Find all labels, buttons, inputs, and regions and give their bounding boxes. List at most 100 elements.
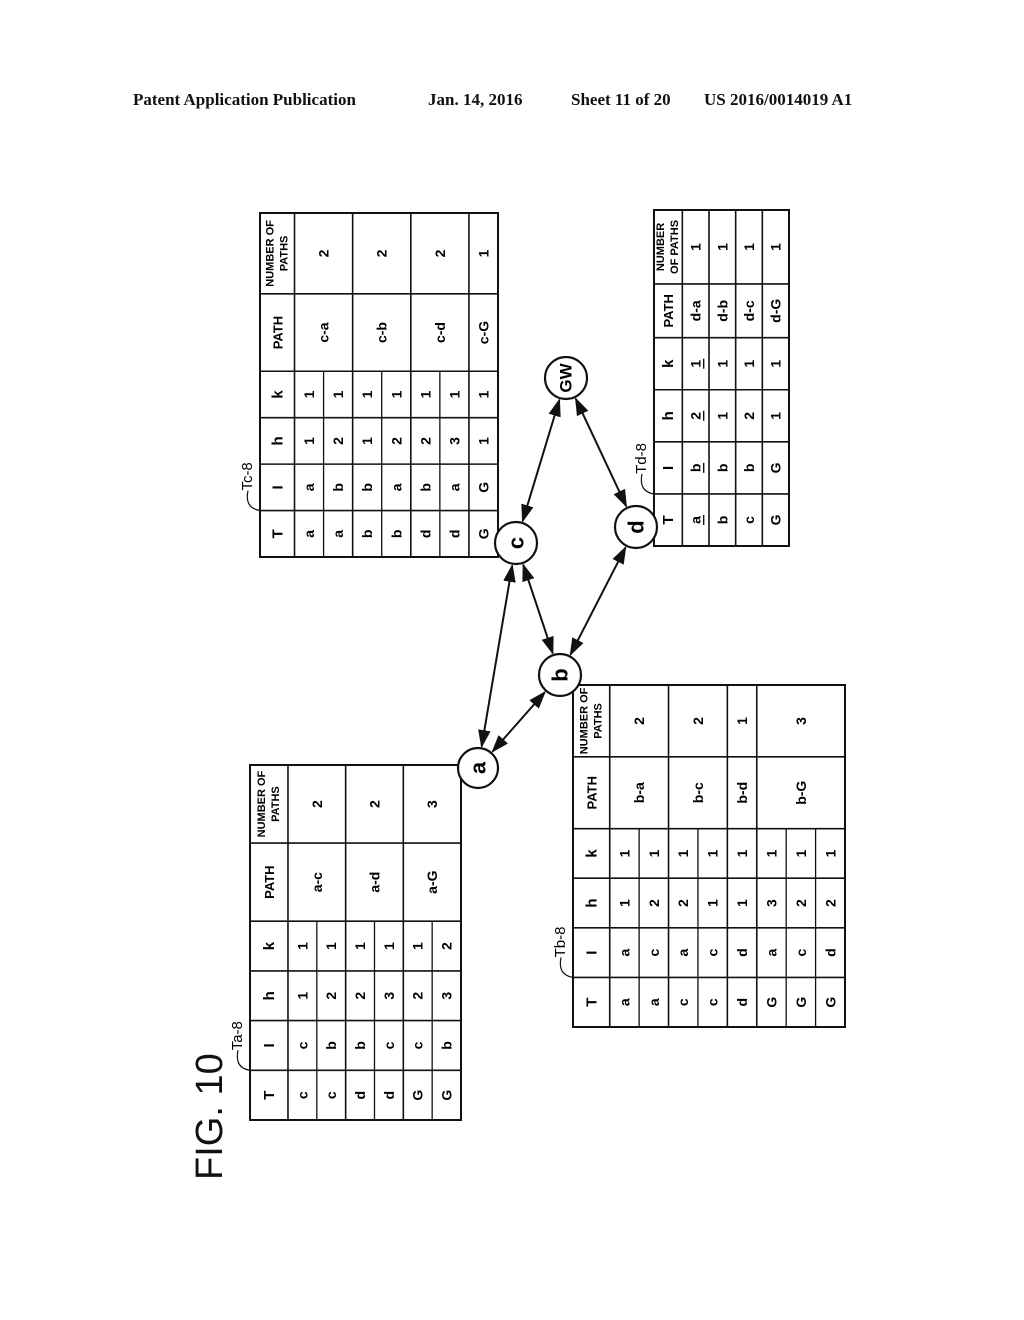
cell-path: d-a	[688, 300, 704, 321]
cell-path: b-a	[631, 782, 647, 803]
cell-i: c	[646, 949, 662, 957]
cell-i: c	[410, 1041, 426, 1049]
cell-h: 2	[330, 437, 346, 445]
cell-path: d-c	[741, 300, 757, 321]
header-number-of-paths: NUMBER	[655, 223, 667, 271]
cell-h: 3	[381, 992, 397, 1000]
header-number-of-paths: PATHS	[278, 236, 290, 272]
table-tc-8: T Ih k PATH NUMBER OF PATHS a a 1 1 a b 2 1 c-a 2 b b 1 1 b a…	[259, 212, 499, 558]
cell-k: 1	[294, 942, 310, 950]
cell-path: b-c	[690, 782, 706, 803]
cell-h: 1	[714, 412, 730, 420]
cell-k: 1	[768, 360, 784, 368]
table-reference-label: Tb-8	[552, 927, 574, 979]
header-number-of-paths: PATHS	[592, 703, 604, 739]
cell-t: d	[734, 998, 750, 1007]
cell-i: c	[705, 949, 721, 957]
cell-number-of-paths: 1	[714, 243, 730, 251]
node-a: a	[456, 746, 500, 790]
table-reference-label: Tc-8	[239, 462, 261, 512]
table-id-label: Tb-8	[552, 927, 569, 958]
cell-k: 1	[381, 942, 397, 950]
table-id-label: Td-8	[633, 443, 650, 474]
cell-i: G	[475, 482, 491, 493]
cell-number-of-paths: 1	[734, 717, 750, 725]
cell-i: b	[417, 483, 433, 492]
cell-t: a	[301, 530, 317, 538]
cell-number-of-paths: 2	[690, 717, 706, 725]
cell-h: 2	[388, 437, 404, 445]
cell-t: G	[439, 1090, 455, 1101]
cell-h: 2	[352, 992, 368, 1000]
cell-h: 1	[359, 437, 375, 445]
cell-t: G	[475, 528, 491, 539]
cell-h: 1	[705, 899, 721, 907]
cell-h: 1	[301, 437, 317, 445]
cell-t: a	[646, 998, 662, 1006]
node-label: a	[466, 761, 491, 774]
cell-t: c	[294, 1091, 310, 1099]
header-path: PATH	[584, 776, 599, 809]
cell-t: c	[323, 1091, 339, 1099]
cell-i: a	[446, 483, 462, 491]
cell-h: 2	[646, 899, 662, 907]
table-id-label: Tc-8	[239, 462, 256, 490]
cell-h: 1	[475, 437, 491, 445]
cell-k: 1	[763, 849, 779, 857]
edge-b-d	[569, 545, 627, 657]
header-number-of-paths: NUMBER OF	[578, 687, 590, 754]
header-i: I	[261, 1043, 278, 1047]
cell-h: 2	[675, 899, 691, 907]
cell-h: 1	[616, 899, 632, 907]
cell-path: b-d	[734, 782, 750, 804]
cell-t: b	[359, 529, 375, 538]
header-k: k	[583, 849, 600, 858]
cell-t: d	[446, 529, 462, 538]
cell-h: 2	[323, 992, 339, 1000]
cell-i: c	[294, 1041, 310, 1049]
cell-t: G	[822, 997, 838, 1008]
edge-c-GW	[521, 398, 561, 523]
node-label: GW	[557, 362, 576, 392]
edge-a-c	[478, 563, 516, 749]
cell-i: b	[439, 1041, 455, 1050]
header-h: h	[269, 436, 286, 445]
edge-b-c	[522, 563, 554, 655]
cell-number-of-paths: 1	[688, 243, 704, 251]
cell-path: c-d	[432, 322, 448, 343]
figure-10: FIG. 10 TIhkPATHNUMBER OF PATHScc11cb21a-…	[189, 209, 846, 1180]
cell-t: d	[381, 1091, 397, 1100]
header-h: h	[660, 411, 677, 420]
cell-k: 1	[646, 849, 662, 857]
cell-h: 2	[741, 412, 757, 420]
cell-number-of-paths: 1	[768, 243, 784, 251]
cell-k: 1	[446, 390, 462, 398]
cell-k: 1	[410, 942, 426, 950]
cell-h: 2	[688, 412, 704, 420]
cell-i: b	[352, 1041, 368, 1050]
cell-path: a-c	[309, 872, 325, 892]
cell-k: 1	[323, 942, 339, 950]
header-k: k	[660, 359, 677, 368]
cell-h: 1	[734, 899, 750, 907]
cell-t: c	[705, 998, 721, 1006]
cell-k: 1	[705, 849, 721, 857]
cell-k: 1	[616, 849, 632, 857]
edge-d-GW	[574, 397, 628, 508]
node-d: d	[613, 504, 659, 550]
cell-k: 1	[688, 360, 704, 368]
node-label: b	[548, 668, 573, 681]
cell-i: b	[741, 464, 757, 473]
cell-i: b	[330, 483, 346, 492]
cell-t: c	[675, 998, 691, 1006]
node-label: c	[504, 537, 529, 549]
cell-number-of-paths: 2	[432, 249, 448, 257]
figure-label: FIG. 10	[189, 1053, 231, 1180]
cell-i: a	[616, 949, 632, 957]
cell-k: 1	[359, 390, 375, 398]
node-gw: GW	[543, 355, 589, 401]
cell-i: b	[688, 464, 704, 473]
header-path: PATH	[661, 294, 676, 327]
header-path: PATH	[262, 865, 277, 898]
cell-i: G	[768, 462, 784, 473]
